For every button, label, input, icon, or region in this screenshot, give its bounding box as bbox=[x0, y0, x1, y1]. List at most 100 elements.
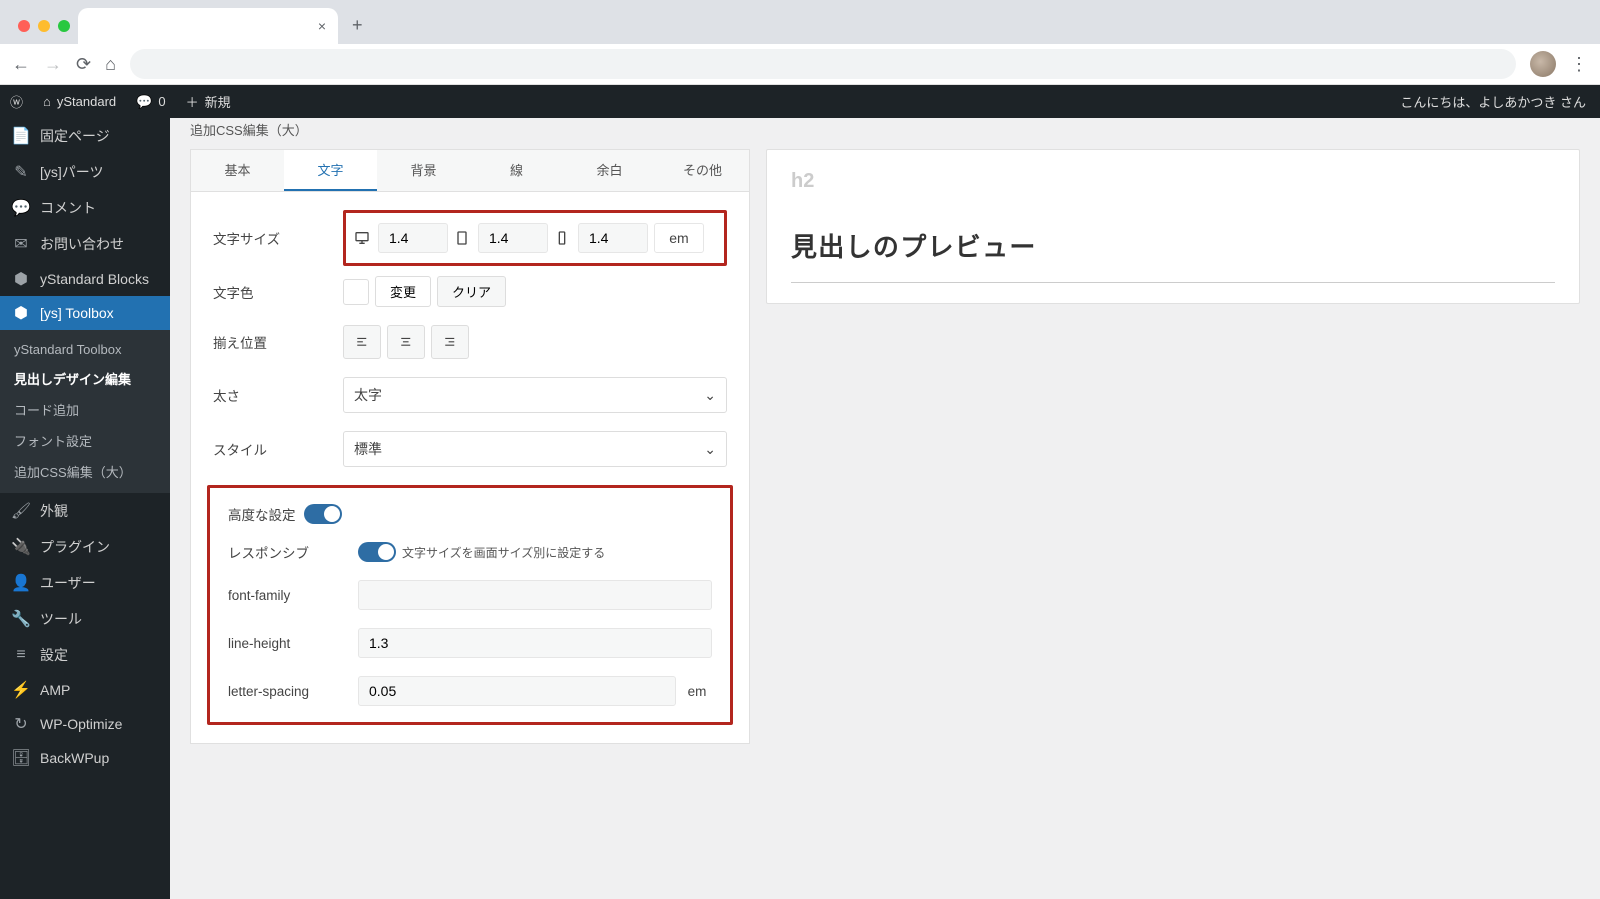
new-link[interactable]: ＋ 新規 bbox=[176, 85, 241, 118]
sidebar-item-10[interactable]: ≡設定 bbox=[0, 637, 170, 673]
site-link[interactable]: ⌂yStandard bbox=[33, 85, 126, 118]
close-tab-icon[interactable]: × bbox=[318, 18, 326, 34]
letter-spacing-input[interactable] bbox=[358, 676, 676, 706]
settings-tab-0[interactable]: 基本 bbox=[191, 150, 284, 191]
align-left-button[interactable] bbox=[343, 325, 381, 359]
font-size-mobile-input[interactable] bbox=[578, 223, 648, 253]
sidebar-item-9[interactable]: 🔧ツール bbox=[0, 601, 170, 637]
settings-tab-3[interactable]: 線 bbox=[470, 150, 563, 191]
page-icon: 📄 bbox=[12, 127, 30, 145]
settings-tab-1[interactable]: 文字 bbox=[284, 150, 377, 191]
wordpress-icon: ⓦ bbox=[10, 92, 23, 111]
sidebar-item-12[interactable]: ↻WP-Optimize bbox=[0, 707, 170, 741]
window-controls[interactable] bbox=[10, 20, 78, 44]
greeting[interactable]: こんにちは、よしあかつき さん bbox=[1386, 92, 1600, 111]
sliders-icon: ≡ bbox=[12, 646, 30, 664]
style-label: スタイル bbox=[213, 439, 343, 459]
settings-card: 文字サイズ em bbox=[190, 191, 750, 744]
sidebar-item-label: BackWPup bbox=[40, 750, 109, 766]
home-icon[interactable]: ⌂ bbox=[105, 54, 116, 75]
sidebar-item-label: お問い合わせ bbox=[40, 234, 124, 254]
color-clear-button[interactable]: クリア bbox=[437, 276, 506, 307]
sidebar-item-1[interactable]: ✎[ys]パーツ bbox=[0, 154, 170, 190]
bolt-icon: ⚡ bbox=[12, 681, 30, 699]
minimize-window-icon[interactable] bbox=[38, 20, 50, 32]
line-height-input[interactable] bbox=[358, 628, 712, 658]
puzzle-icon: ✎ bbox=[12, 163, 30, 181]
sidebar-item-label: 固定ページ bbox=[40, 126, 110, 146]
field-weight: 太さ 太字⌄ bbox=[213, 377, 727, 413]
sidebar-item-0[interactable]: 📄 固定ページ bbox=[0, 118, 170, 154]
sidebar-item-label: yStandard Blocks bbox=[40, 271, 149, 287]
home-icon: ⌂ bbox=[43, 94, 51, 109]
sidebar-item-13[interactable]: 🗄 BackWPup bbox=[0, 741, 170, 775]
field-style: スタイル 標準 ⌄ bbox=[213, 431, 727, 467]
browser-menu-icon[interactable]: ⋮ bbox=[1570, 54, 1588, 75]
sidebar-item-8[interactable]: 👤ユーザー bbox=[0, 565, 170, 601]
refresh-icon: ↻ bbox=[12, 715, 30, 733]
wp-admin-bar: ⓦ ⌂yStandard 💬0 ＋ 新規 こんにちは、よしあかつき さん bbox=[0, 85, 1600, 118]
chevron-down-icon: ⌄ bbox=[704, 441, 716, 458]
font-family-label: font-family bbox=[228, 588, 358, 603]
maximize-window-icon[interactable] bbox=[58, 20, 70, 32]
comments-link[interactable]: 💬0 bbox=[126, 85, 175, 118]
advanced-toggle[interactable] bbox=[304, 504, 342, 524]
sidebar-item-5[interactable]: ⬢[ys] Toolbox bbox=[0, 296, 170, 330]
sidebar-sub-item-2[interactable]: コード追加 bbox=[0, 394, 170, 425]
font-size-desktop-input[interactable] bbox=[378, 223, 448, 253]
sidebar-item-7[interactable]: 🔌プラグイン bbox=[0, 529, 170, 565]
color-change-button[interactable]: 変更 bbox=[375, 276, 431, 307]
sidebar-sub-item-0[interactable]: yStandard Toolbox bbox=[0, 336, 170, 363]
reload-icon[interactable]: ⟳ bbox=[76, 54, 91, 75]
advanced-label: 高度な設定 bbox=[228, 504, 296, 524]
align-right-button[interactable] bbox=[431, 325, 469, 359]
sidebar-item-6[interactable]: 🖌外観 bbox=[0, 493, 170, 529]
sidebar-item-3[interactable]: ✉お問い合わせ bbox=[0, 226, 170, 262]
new-label: 新規 bbox=[205, 92, 231, 111]
cube-icon: ⬢ bbox=[12, 270, 30, 288]
responsive-hint: 文字サイズを画面サイズ別に設定する bbox=[402, 544, 605, 561]
style-value: 標準 bbox=[354, 439, 382, 459]
settings-tab-5[interactable]: その他 bbox=[656, 150, 749, 191]
sidebar-sub-item-4[interactable]: 追加CSS編集（大） bbox=[0, 456, 170, 487]
back-icon[interactable]: ← bbox=[12, 54, 30, 75]
sidebar-sub-item-3[interactable]: フォント設定 bbox=[0, 425, 170, 456]
font-size-unit[interactable]: em bbox=[654, 223, 704, 253]
close-window-icon[interactable] bbox=[18, 20, 30, 32]
sidebar-item-2[interactable]: 💬 コメント bbox=[0, 190, 170, 226]
mobile-icon bbox=[554, 230, 570, 246]
toolbar: ← → ⟳ ⌂ ⋮ bbox=[0, 44, 1600, 85]
forward-icon: → bbox=[44, 54, 62, 75]
settings-tab-4[interactable]: 余白 bbox=[563, 150, 656, 191]
db-icon: 🗄 bbox=[12, 749, 30, 767]
responsive-toggle[interactable] bbox=[358, 542, 396, 562]
style-select[interactable]: 標準 ⌄ bbox=[343, 431, 727, 467]
plus-icon: ＋ bbox=[186, 92, 199, 111]
sidebar-item-label: コメント bbox=[40, 198, 96, 218]
weight-select[interactable]: 太字⌄ bbox=[343, 377, 727, 413]
comment-count: 0 bbox=[158, 94, 165, 109]
url-bar[interactable] bbox=[130, 49, 1516, 79]
new-tab-button[interactable]: + bbox=[338, 15, 377, 44]
admin-sidebar: 📄 固定ページ ✎[ys]パーツ 💬 コメント ✉お問い合わせ ⬢ yStandard Blo… bbox=[0, 118, 170, 899]
brush-icon: 🖌 bbox=[12, 502, 30, 520]
align-center-button[interactable] bbox=[387, 325, 425, 359]
sidebar-sub-item-1[interactable]: 見出しデザイン編集 bbox=[0, 363, 170, 394]
font-family-input[interactable] bbox=[358, 580, 712, 610]
color-swatch[interactable] bbox=[343, 279, 369, 305]
font-size-tablet-input[interactable] bbox=[478, 223, 548, 253]
field-responsive: レスポンシブ 文字サイズを画面サイズ別に設定する bbox=[228, 542, 712, 562]
sidebar-item-11[interactable]: ⚡AMP bbox=[0, 673, 170, 707]
browser-tab[interactable]: × bbox=[78, 8, 338, 44]
preview-panel: h2 見出しのプレビュー bbox=[766, 149, 1580, 304]
sidebar-item-label: プラグイン bbox=[40, 537, 110, 557]
advanced-highlight: 高度な設定 レスポンシブ 文字サイズを画面サイズ別に設定する font-fami… bbox=[207, 485, 733, 725]
comment-icon: 💬 bbox=[12, 199, 30, 217]
settings-tab-2[interactable]: 背景 bbox=[377, 150, 470, 191]
breadcrumb: 追加CSS編集（大） bbox=[190, 118, 1580, 149]
wp-logo[interactable]: ⓦ bbox=[0, 85, 33, 118]
weight-value: 太字 bbox=[354, 385, 382, 405]
cube-icon: ⬢ bbox=[12, 304, 30, 322]
sidebar-item-4[interactable]: ⬢ yStandard Blocks bbox=[0, 262, 170, 296]
profile-avatar[interactable] bbox=[1530, 51, 1556, 77]
